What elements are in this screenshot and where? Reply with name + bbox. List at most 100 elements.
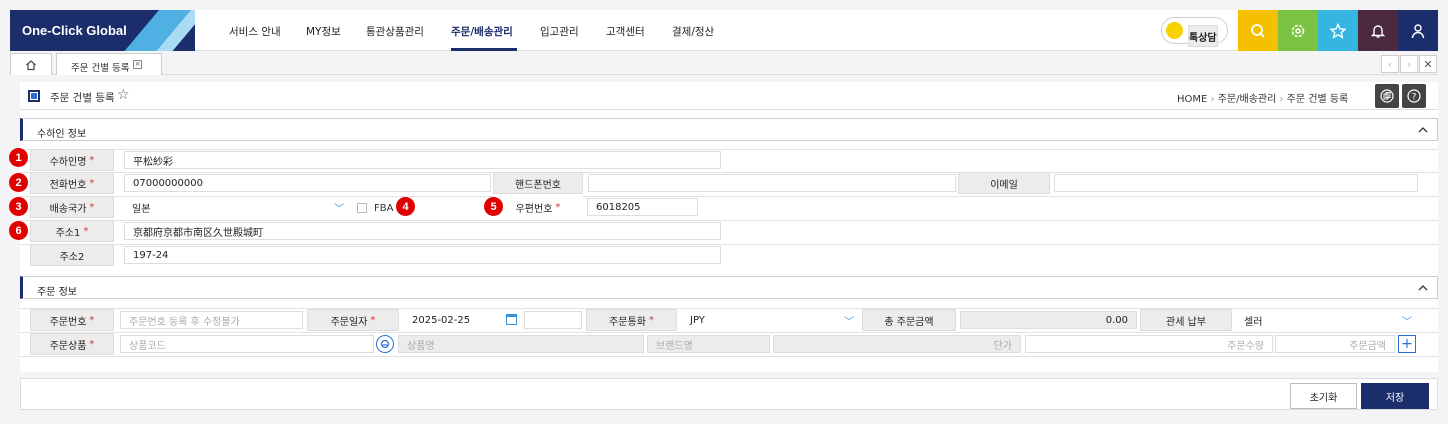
order-date-extra-field[interactable] <box>524 311 582 329</box>
address2-input[interactable]: 197-24 <box>124 246 721 264</box>
add-product-button[interactable]: + <box>1398 335 1416 353</box>
nav-customs-products[interactable]: 통관상품관리 <box>366 24 424 39</box>
nav-receiving[interactable]: 입고관리 <box>540 24 579 39</box>
calendar-icon[interactable] <box>506 314 517 325</box>
logo[interactable]: One-Click Global <box>10 10 195 51</box>
step-badge-4: 4 <box>396 197 415 216</box>
step-badge-2: 2 <box>9 173 28 192</box>
chevron-down-icon: ﹀ <box>334 204 344 215</box>
chevron-up-icon[interactable] <box>1417 124 1429 136</box>
active-nav-indicator <box>451 48 517 51</box>
favorite-button[interactable] <box>1318 10 1358 51</box>
chevron-left-icon: ‹ <box>1387 57 1393 71</box>
duty-payment-value: 셀러 <box>1244 316 1263 328</box>
total-amount-value: 0.00 <box>960 311 1137 329</box>
tab-label: 주문 건별 등록 <box>71 63 130 74</box>
product-code-input[interactable]: 상품코드 <box>120 335 374 353</box>
notification-button[interactable] <box>1358 10 1398 51</box>
tab-home[interactable] <box>10 53 52 75</box>
recipient-name-label: 수하인명 * <box>30 149 114 171</box>
unit-price-input: 단가 <box>773 335 1021 353</box>
gear-icon <box>1291 24 1305 37</box>
svg-text:?: ? <box>1412 93 1417 103</box>
chevron-down-icon: ﹀ <box>844 317 854 328</box>
nav-service-guide[interactable]: 서비스 안내 <box>229 24 281 39</box>
copy-button[interactable] <box>1375 84 1399 108</box>
star-icon <box>1330 22 1346 39</box>
chevron-right-icon: › <box>1406 57 1412 71</box>
phone-input[interactable]: 07000000000 <box>124 174 491 192</box>
quantity-input[interactable]: 주문수량 <box>1025 335 1273 353</box>
email-input[interactable] <box>1054 174 1418 192</box>
main-content: 주문 건별 등록 ☆ HOME › 주문/배송관리 › 주문 건별 등록 ? 수… <box>20 82 1438 372</box>
footer-actions: 초기화 저장 <box>20 378 1438 410</box>
tab-next-button[interactable]: › <box>1400 55 1418 73</box>
recipient-section-header[interactable]: 수하인 정보 <box>20 118 1438 141</box>
breadcrumb: HOME › 주문/배송관리 › 주문 건별 등록 <box>1177 94 1349 105</box>
nav-order-shipping[interactable]: 주문/배송관리 <box>451 24 513 39</box>
mobile-label: 핸드폰번호 <box>493 172 583 194</box>
order-section-title: 주문 정보 <box>37 287 77 298</box>
currency-select[interactable]: JPY ﹀ <box>682 311 860 329</box>
duty-payment-select[interactable]: 셀러 ﹀ <box>1236 311 1418 329</box>
product-name-input: 상품명 <box>398 335 644 353</box>
currency-label: 주문통화 * <box>586 309 677 331</box>
help-button[interactable]: ? <box>1402 84 1426 108</box>
plus-icon: + <box>1401 336 1413 352</box>
breadcrumb-order-shipping[interactable]: 주문/배송관리 <box>1218 94 1277 105</box>
search-button[interactable] <box>1238 10 1278 51</box>
total-amount-label: 총 주문금액 <box>862 309 956 331</box>
fba-checkbox[interactable] <box>357 203 367 213</box>
brand-name-input: 브랜드명 <box>647 335 770 353</box>
kakao-chat-button[interactable]: 톡상담 <box>1161 17 1228 47</box>
page-title-row: 주문 건별 등록 ☆ HOME › 주문/배송관리 › 주문 건별 등록 ? <box>20 82 1438 110</box>
page-icon <box>28 90 40 102</box>
product-search-button[interactable] <box>376 335 394 353</box>
address1-input[interactable]: 京都府京都市南区久世殿城町 <box>124 222 721 240</box>
help-icon: ? <box>1407 89 1421 103</box>
nav-customer-center[interactable]: 고객센터 <box>606 24 645 39</box>
bell-icon <box>1370 24 1386 38</box>
search-icon <box>380 339 390 349</box>
chat-bubble-icon <box>1166 22 1183 39</box>
order-number-input[interactable]: 주문번호 등록 후 수정불가 <box>120 311 303 329</box>
save-button[interactable]: 저장 <box>1361 383 1429 409</box>
top-bar: One-Click Global 서비스 안내 MY정보 통관상품관리 주문/배… <box>10 10 1438 51</box>
zip-input[interactable]: 6018205 <box>587 198 698 216</box>
address1-label: 주소1 * <box>30 220 114 242</box>
amount-input[interactable]: 주문금액 <box>1275 335 1395 353</box>
user-button[interactable] <box>1398 10 1438 51</box>
settings-button[interactable] <box>1278 10 1318 51</box>
chevron-up-icon[interactable] <box>1417 282 1429 294</box>
search-icon <box>1251 23 1265 38</box>
breadcrumb-current: 주문 건별 등록 <box>1286 94 1349 105</box>
phone-label: 전화번호 * <box>30 172 114 194</box>
favorite-star-icon[interactable]: ☆ <box>117 87 130 103</box>
close-icon: ✕ <box>1423 57 1433 71</box>
address2-label: 주소2 <box>30 244 114 266</box>
tab-close-all-button[interactable]: ✕ <box>1419 55 1437 73</box>
chevron-down-icon: ﹀ <box>1402 317 1412 328</box>
tab-close-icon[interactable]: × <box>133 60 142 69</box>
tab-bar: 주문 건별 등록 × ‹ › ✕ <box>10 53 1438 75</box>
home-icon <box>26 59 36 70</box>
country-select[interactable]: 일본 ﹀ <box>124 198 350 216</box>
step-badge-5: 5 <box>484 197 503 216</box>
kakao-chat-label: 톡상담 <box>1188 25 1218 47</box>
order-product-label: 주문상품 * <box>30 333 114 355</box>
order-number-label: 주문번호 * <box>30 309 114 331</box>
mobile-input[interactable] <box>588 174 956 192</box>
recipient-name-input[interactable]: 平松紗彩 <box>124 151 721 169</box>
order-section-header[interactable]: 주문 정보 <box>20 276 1438 299</box>
copy-icon <box>1380 89 1394 103</box>
breadcrumb-home[interactable]: HOME <box>1177 94 1207 105</box>
user-icon <box>1411 23 1425 38</box>
order-date-label: 주문일자 * <box>307 309 399 331</box>
nav-payment[interactable]: 결제/정산 <box>672 24 714 39</box>
nav-my-info[interactable]: MY정보 <box>306 24 341 39</box>
reset-button[interactable]: 초기화 <box>1290 383 1357 409</box>
step-badge-3: 3 <box>9 197 28 216</box>
tab-order-register[interactable]: 주문 건별 등록 × <box>56 53 162 75</box>
logo-text: One-Click Global <box>22 23 127 38</box>
tab-prev-button[interactable]: ‹ <box>1381 55 1399 73</box>
